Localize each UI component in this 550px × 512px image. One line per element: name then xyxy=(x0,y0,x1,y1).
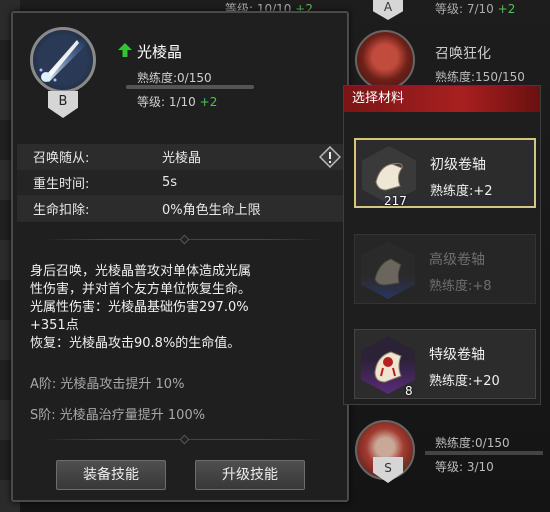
material-item-advanced-scroll[interactable]: 高级卷轴 熟练度:+8 xyxy=(354,234,536,304)
material-count: 217 xyxy=(384,194,407,208)
upgrade-skill-button[interactable]: 升级技能 xyxy=(195,460,305,490)
skill-stats-table: 召唤随从: 光棱晶 重生时间: 5s 生命扣除: 0%角色生命上限 xyxy=(17,144,347,222)
stat-row-hp-cost: 生命扣除: 0%角色生命上限 xyxy=(17,196,347,222)
equip-skill-button[interactable]: 装备技能 xyxy=(56,460,166,490)
stat-label: 生命扣除: xyxy=(33,203,90,218)
divider xyxy=(43,234,323,245)
bg-bottom-proficiency: 熟练度:0/150 xyxy=(435,436,510,450)
description-line: 性伤害，并对首个友方单位恢复生命。 xyxy=(30,282,252,297)
upgrade-arrow-icon xyxy=(118,43,132,57)
material-select-panel: 选择材料 217 初级卷轴 熟练度:+2 高级卷轴 熟练度:+8 8 特级卷轴 … xyxy=(343,85,541,405)
bg-skill-name: 召唤狂化 xyxy=(435,46,491,62)
material-name: 特级卷轴 xyxy=(429,347,485,363)
bg-level-right: 等级: 7/10 +2 xyxy=(435,2,516,16)
bg-bottom-proficiency-bar xyxy=(425,451,543,455)
description-line: 光属性伤害：光棱晶基础伤害297.0% xyxy=(30,300,249,315)
material-panel-header: 选择材料 xyxy=(344,86,540,112)
description-line: 身后召唤，光棱晶普攻对单体造成光属 xyxy=(30,264,252,279)
divider xyxy=(43,434,323,445)
description-line: +351点 xyxy=(30,318,79,333)
skill-level: 等级: 1/10 +2 xyxy=(137,95,218,109)
stat-value: 5s xyxy=(162,175,178,190)
skill-name: 光棱晶 xyxy=(137,43,183,61)
stat-row-respawn: 重生时间: 5s xyxy=(17,170,347,196)
material-count: 8 xyxy=(405,384,413,398)
description-line: 恢复：光棱晶攻击90.8%的生命值。 xyxy=(30,336,241,351)
skill-detail-panel: B 光棱晶 熟练度:0/150 等级: 1/10 +2 召唤随从: 光棱晶 重生… xyxy=(11,11,349,502)
bg-bottom-level: 等级: 3/10 xyxy=(435,460,494,474)
material-name: 高级卷轴 xyxy=(429,252,485,268)
light-prism-icon xyxy=(30,27,96,93)
stat-label: 召唤随从: xyxy=(33,151,90,166)
stat-label: 重生时间: xyxy=(33,177,90,192)
material-proficiency: 熟练度:+8 xyxy=(429,279,492,294)
stat-value: 光棱晶 xyxy=(162,151,202,166)
material-item-special-scroll[interactable]: 8 特级卷轴 熟练度:+20 xyxy=(354,329,536,399)
skill-grade-badge: B xyxy=(48,91,78,118)
summon-frenzy-skill-icon[interactable] xyxy=(355,30,415,90)
stat-row-summon: 召唤随从: 光棱晶 xyxy=(17,144,347,170)
skill-proficiency: 熟练度:0/150 xyxy=(137,71,212,85)
material-proficiency: 熟练度:+2 xyxy=(430,184,493,199)
stat-value: 0%角色生命上限 xyxy=(162,203,261,218)
material-name: 初级卷轴 xyxy=(430,157,486,173)
tier-s-bonus: S阶: 光棱晶治疗量提升 100% xyxy=(30,408,206,423)
skill-description: 身后召唤，光棱晶普攻对单体造成光属 性伤害，并对首个友方单位恢复生命。 光属性伤… xyxy=(30,263,348,353)
bg-skill-proficiency: 熟练度:150/150 xyxy=(435,70,525,84)
tier-a-bonus: A阶: 光棱晶攻击提升 10% xyxy=(30,377,185,392)
info-warning-icon[interactable] xyxy=(319,145,341,168)
scroll-icon xyxy=(361,241,415,299)
material-proficiency: 熟练度:+20 xyxy=(429,374,500,389)
proficiency-bar xyxy=(126,85,254,89)
material-item-basic-scroll[interactable]: 217 初级卷轴 熟练度:+2 xyxy=(354,138,536,208)
